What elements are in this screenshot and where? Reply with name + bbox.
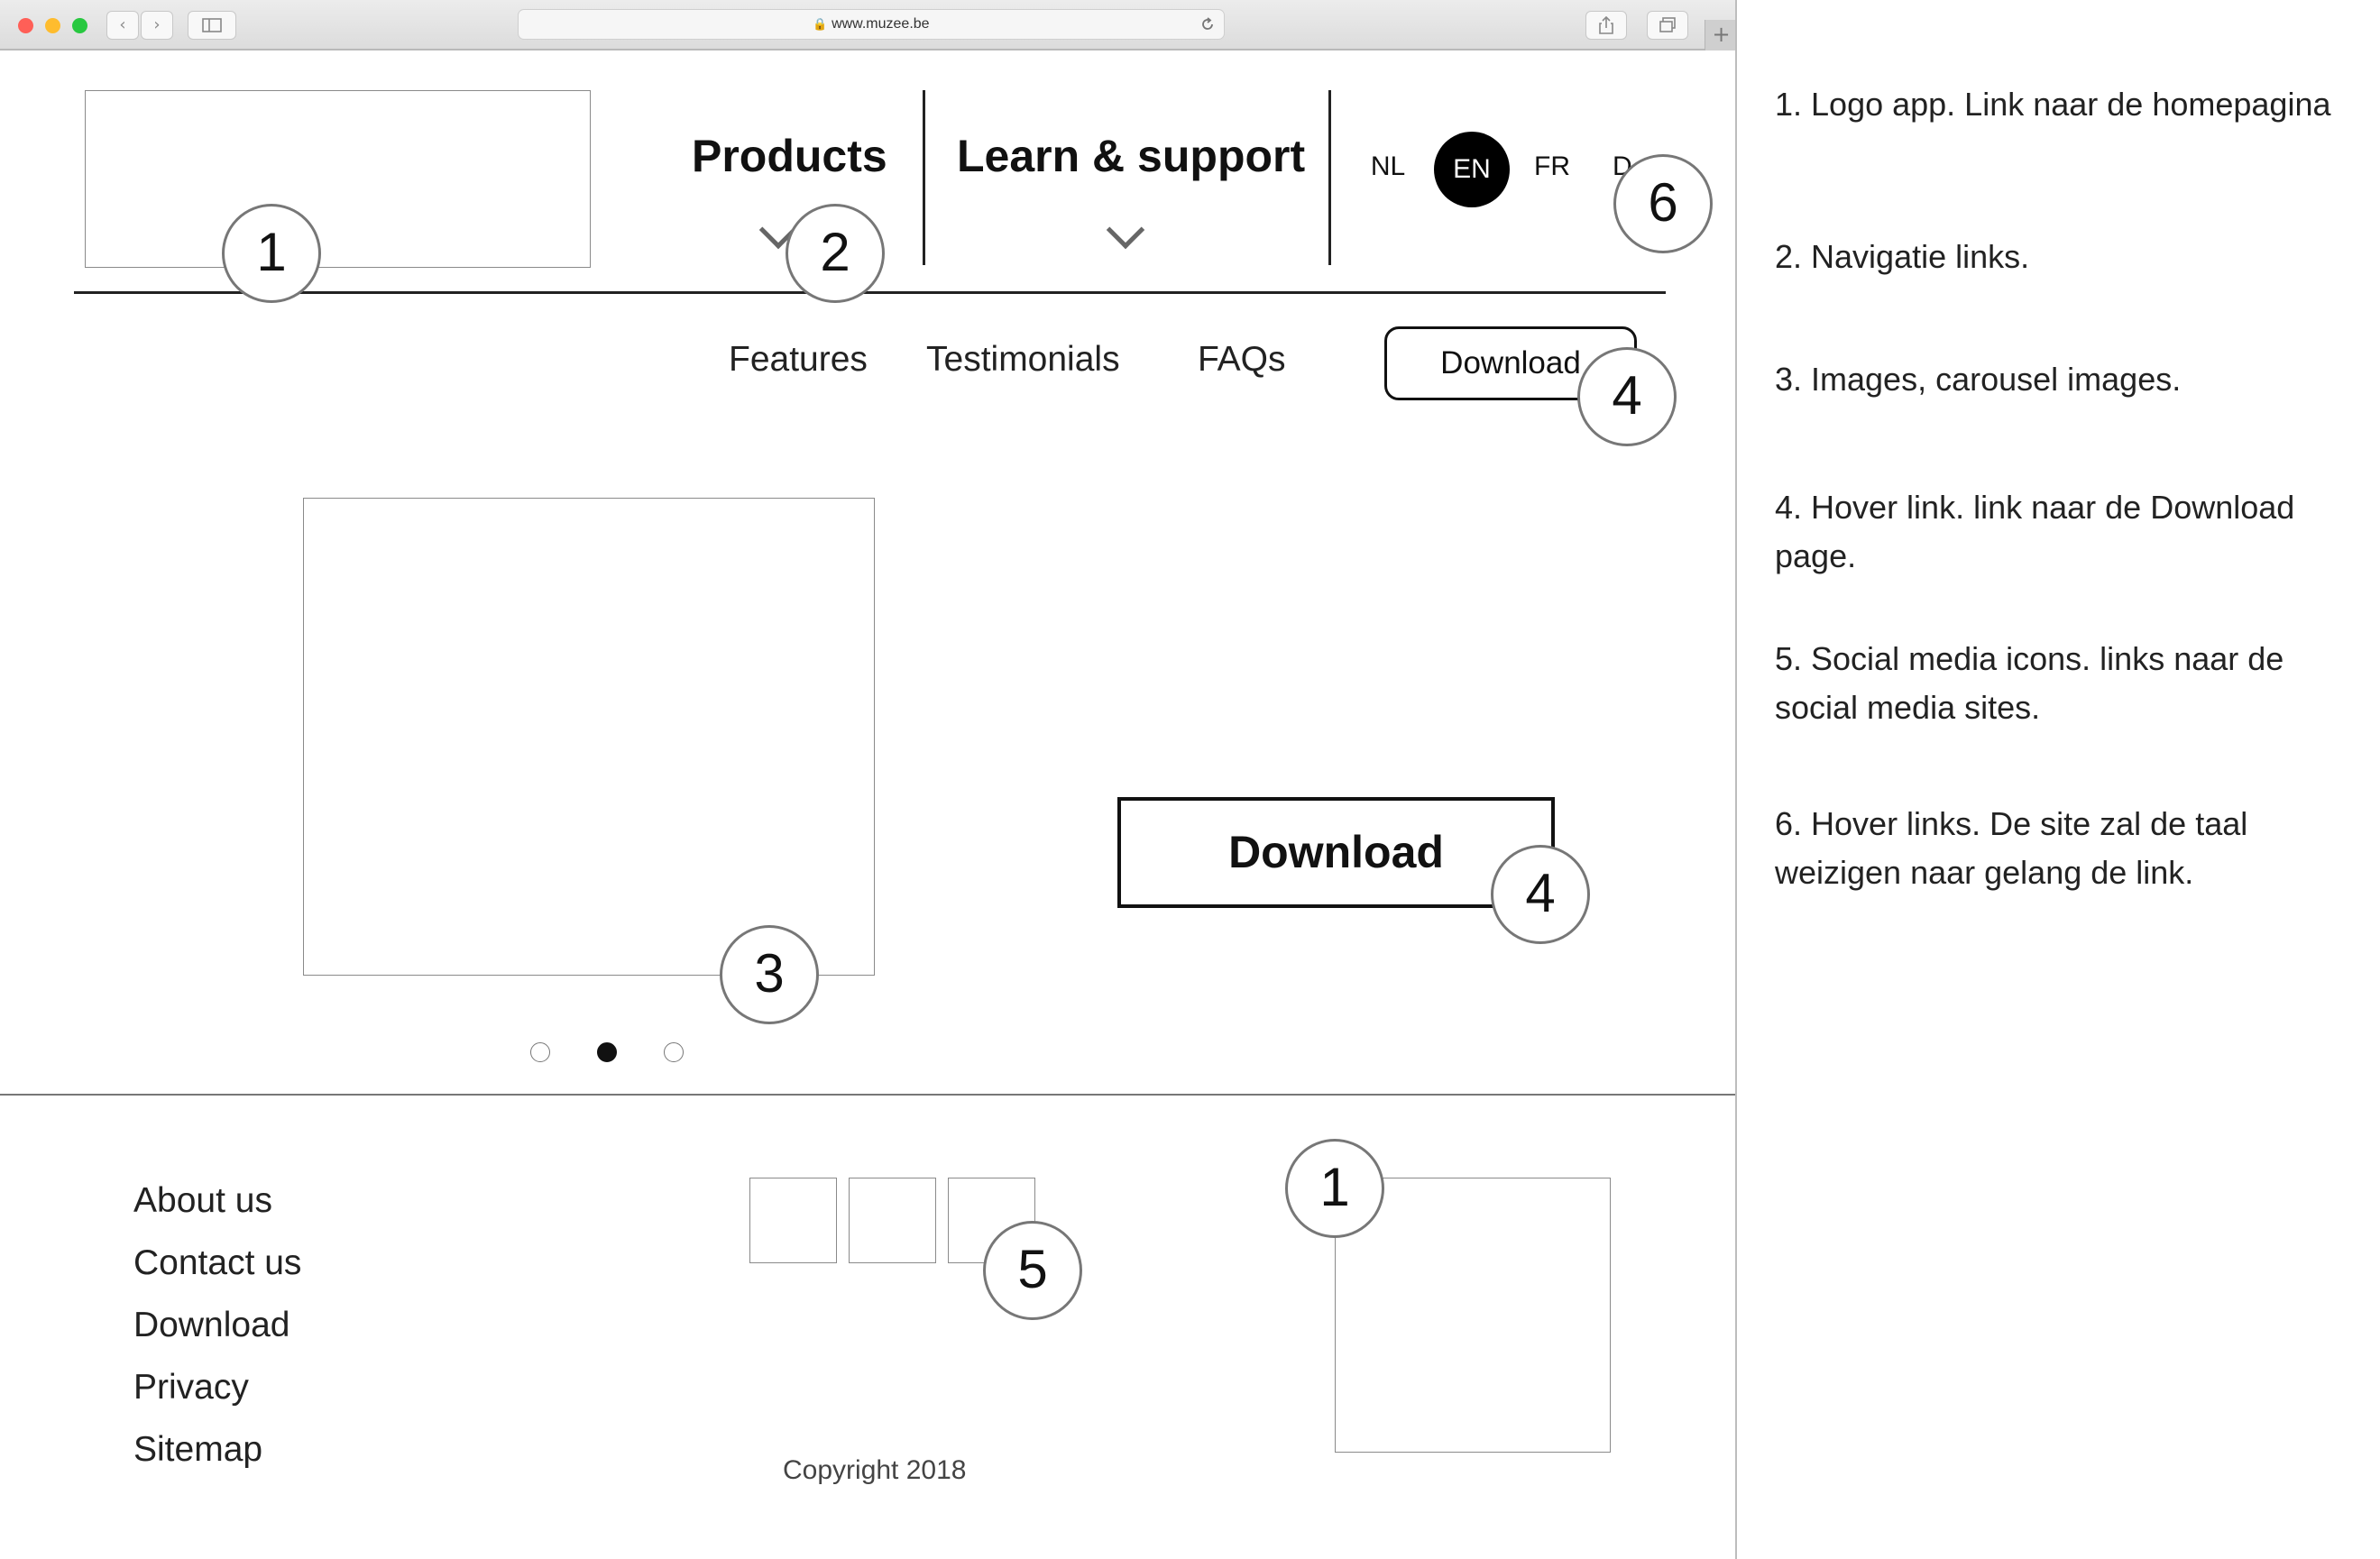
annotation-note-6: 6. Hover links. De site zal de taal weiz… bbox=[1775, 805, 2248, 891]
tabs-icon bbox=[1659, 17, 1676, 32]
hero-download-button[interactable]: Download bbox=[1117, 797, 1555, 908]
annotation-marker-6: 6 bbox=[1613, 154, 1713, 253]
nav-divider bbox=[1328, 90, 1331, 265]
footer-divider bbox=[0, 1094, 1735, 1096]
annotation-marker-4: 4 bbox=[1491, 845, 1590, 944]
chevron-right-icon: › bbox=[153, 15, 161, 34]
lock-icon: 🔒 bbox=[813, 17, 828, 31]
reload-icon[interactable] bbox=[1199, 15, 1217, 33]
language-en-label: EN bbox=[1453, 154, 1491, 184]
header-divider bbox=[74, 291, 1666, 294]
forward-button[interactable]: › bbox=[141, 11, 173, 40]
language-nl[interactable]: NL bbox=[1364, 151, 1412, 182]
share-icon bbox=[1599, 15, 1613, 34]
chevron-left-icon: ‹ bbox=[119, 15, 126, 34]
header-logo[interactable] bbox=[85, 90, 591, 268]
annotation-marker-5: 5 bbox=[983, 1221, 1082, 1320]
minimize-window-button[interactable] bbox=[45, 18, 60, 33]
annotation-marker-1: 1 bbox=[1285, 1139, 1384, 1238]
subnav-features[interactable]: Features bbox=[729, 340, 868, 380]
nav-products[interactable]: Products bbox=[692, 130, 887, 182]
annotation-note-4: 4. Hover link. link naar de Download pag… bbox=[1775, 489, 2295, 574]
carousel-image[interactable] bbox=[303, 498, 875, 976]
social-icon[interactable] bbox=[749, 1178, 837, 1263]
annotation-note-5: 5. Social media icons. links naar de soc… bbox=[1775, 640, 2284, 726]
carousel-dot[interactable] bbox=[664, 1042, 684, 1062]
copyright-text: Copyright 2018 bbox=[783, 1455, 967, 1485]
browser-toolbar: ‹ › 🔒 www.muzee.be bbox=[0, 0, 1735, 50]
close-window-button[interactable] bbox=[18, 18, 33, 33]
hero-download-label: Download bbox=[1228, 827, 1444, 877]
tabs-overview-button[interactable] bbox=[1647, 11, 1688, 40]
subnav-testimonials[interactable]: Testimonials bbox=[926, 340, 1120, 380]
annotation-marker-4: 4 bbox=[1577, 347, 1677, 446]
sidebar-toggle-button[interactable] bbox=[188, 11, 236, 40]
annotation-note-3: 3. Images, carousel images. bbox=[1775, 361, 2182, 398]
language-en-active[interactable]: EN bbox=[1434, 132, 1510, 207]
footer-link-sitemap[interactable]: Sitemap bbox=[133, 1430, 262, 1470]
share-button[interactable] bbox=[1585, 11, 1627, 40]
annotation-marker-2: 2 bbox=[786, 204, 885, 303]
footer-logo[interactable] bbox=[1335, 1178, 1611, 1453]
address-text: 🔒 www.muzee.be bbox=[519, 16, 1224, 32]
back-button[interactable]: ‹ bbox=[106, 11, 139, 40]
new-tab-button[interactable]: + bbox=[1705, 20, 1735, 50]
language-fr[interactable]: FR bbox=[1528, 151, 1576, 182]
browser-window: ‹ › 🔒 www.muzee.be + Products Learn & su… bbox=[0, 0, 1737, 1559]
annotation-marker-1: 1 bbox=[222, 204, 321, 303]
nav-learn-support[interactable]: Learn & support bbox=[957, 130, 1305, 182]
carousel-dot[interactable] bbox=[530, 1042, 550, 1062]
annotation-marker-3: 3 bbox=[720, 925, 819, 1024]
footer-link-download[interactable]: Download bbox=[133, 1306, 289, 1345]
carousel-dot-active[interactable] bbox=[597, 1042, 617, 1062]
annotation-note-2: 2. Navigatie links. bbox=[1775, 238, 2030, 275]
maximize-window-button[interactable] bbox=[72, 18, 87, 33]
footer-link-about[interactable]: About us bbox=[133, 1181, 272, 1221]
footer-link-contact[interactable]: Contact us bbox=[133, 1243, 301, 1283]
address-bar[interactable]: 🔒 www.muzee.be bbox=[518, 9, 1225, 40]
nav-divider bbox=[923, 90, 925, 265]
footer-link-privacy[interactable]: Privacy bbox=[133, 1368, 249, 1408]
url-value: www.muzee.be bbox=[832, 16, 930, 32]
chevron-down-icon[interactable] bbox=[1106, 210, 1145, 250]
social-icon[interactable] bbox=[849, 1178, 936, 1263]
subnav-faqs[interactable]: FAQs bbox=[1198, 340, 1286, 380]
sidebar-icon bbox=[202, 18, 222, 32]
annotation-note-1: 1. Logo app. Link naar de homepagina bbox=[1775, 86, 2331, 123]
